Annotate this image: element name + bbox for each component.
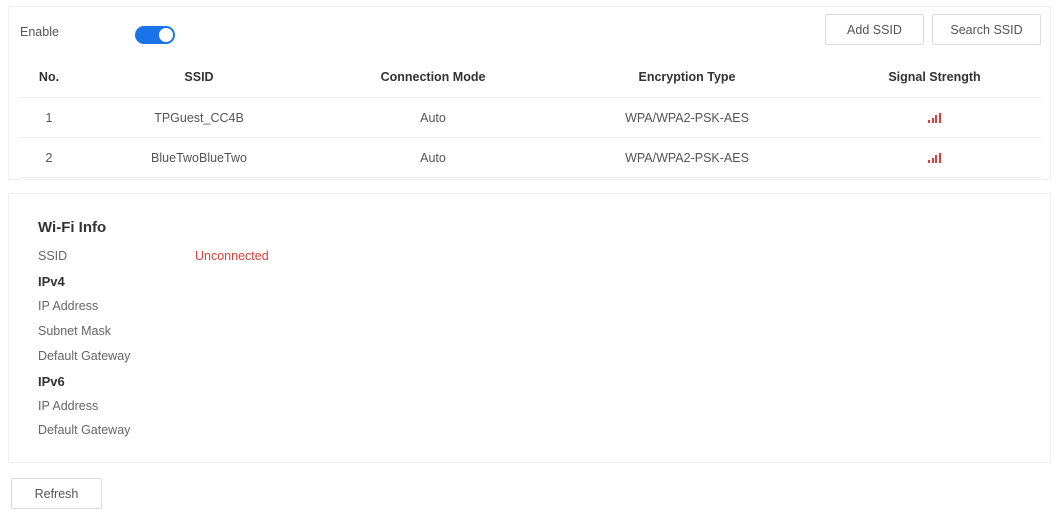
row-number: 1 <box>45 110 53 125</box>
search-ssid-button[interactable]: Search SSID <box>932 14 1041 45</box>
row-encryption-type: WPA/WPA2-PSK-AES <box>625 150 749 165</box>
ipv4-subnet-mask-label: Subnet Mask <box>38 324 111 338</box>
ipv4-ip-address-label: IP Address <box>38 299 99 313</box>
wifi-info-title: Wi-Fi Info <box>38 219 107 236</box>
row-connection-mode: Auto <box>420 110 446 125</box>
column-header-connection-mode: Connection Mode <box>380 69 486 84</box>
row-signal-strength <box>827 151 1042 165</box>
wifi-settings-page: Enable Add SSID Search SSID No. SSID Con… <box>0 0 1058 517</box>
table-row[interactable]: 2 BlueTwoBlueTwo Auto WPA/WPA2-PSK-AES <box>19 138 1042 178</box>
wifi-info-panel: Wi-Fi Info SSID Unconnected IPv4 IP Addr… <box>8 193 1051 463</box>
add-ssid-button[interactable]: Add SSID <box>825 14 924 45</box>
row-number: 2 <box>45 150 53 165</box>
row-ssid: BlueTwoBlueTwo <box>151 150 247 165</box>
column-header-ssid: SSID <box>184 69 214 84</box>
table-header: No. SSID Connection Mode Encryption Type… <box>19 56 1042 98</box>
column-header-signal-strength: Signal Strength <box>888 69 981 84</box>
enable-toggle[interactable] <box>135 26 175 44</box>
row-connection-mode: Auto <box>420 150 446 165</box>
ssid-label: SSID <box>38 249 68 263</box>
ipv4-heading: IPv4 <box>38 274 65 289</box>
ipv6-default-gateway-label: Default Gateway <box>38 423 131 437</box>
column-header-encryption-type: Encryption Type <box>638 69 736 84</box>
toggle-knob <box>159 28 173 42</box>
column-header-no: No. <box>38 69 60 84</box>
enable-label: Enable <box>20 25 59 39</box>
ipv6-ip-address-label: IP Address <box>38 399 99 413</box>
signal-icon <box>928 153 941 164</box>
row-ssid: TPGuest_CC4B <box>154 110 244 125</box>
row-encryption-type: WPA/WPA2-PSK-AES <box>625 110 749 125</box>
ipv4-default-gateway-label: Default Gateway <box>38 349 131 363</box>
ssid-status-value: Unconnected <box>195 249 269 263</box>
row-signal-strength <box>827 111 1042 125</box>
refresh-button[interactable]: Refresh <box>11 478 102 509</box>
ssid-panel: Enable Add SSID Search SSID No. SSID Con… <box>8 6 1051 180</box>
signal-icon <box>928 113 941 124</box>
ipv6-heading: IPv6 <box>38 374 65 389</box>
ssid-table: No. SSID Connection Mode Encryption Type… <box>19 56 1042 178</box>
table-row[interactable]: 1 TPGuest_CC4B Auto WPA/WPA2-PSK-AES <box>19 98 1042 138</box>
